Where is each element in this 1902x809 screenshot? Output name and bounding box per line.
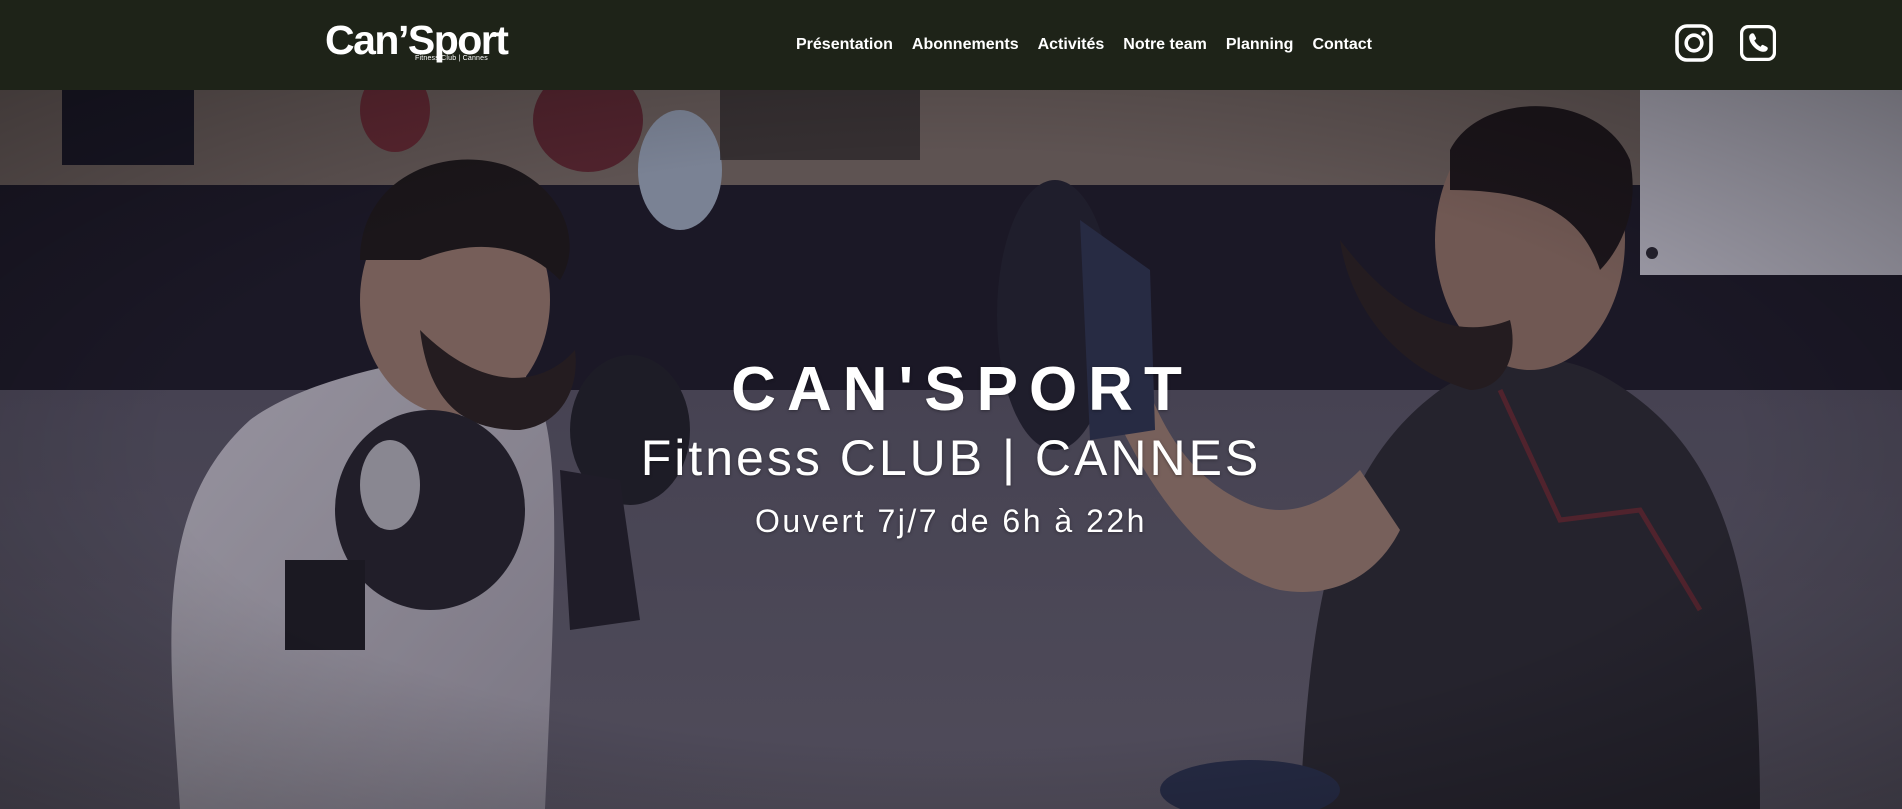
opening-hours: Ouvert 7j/7 de 6h à 22h — [755, 503, 1147, 539]
nav-item-presentation[interactable]: Présentation — [796, 34, 893, 56]
logo-subtext: Fitness Club | Cannes — [415, 55, 488, 62]
hero-subtitle: Fitness CLUB | CANNES — [640, 430, 1262, 486]
instagram-icon[interactable] — [1674, 23, 1714, 63]
site-header: Can’Sport Fitness Club | Cannes Présenta… — [0, 0, 1902, 90]
site-logo[interactable]: Can’Sport Fitness Club | Cannes — [325, 18, 510, 64]
page: Can’Sport Fitness Club | Cannes Présenta… — [0, 0, 1902, 809]
nav-item-notre-team[interactable]: Notre team — [1123, 34, 1207, 56]
nav-item-activites[interactable]: Activités — [1038, 34, 1105, 56]
hero-section: CAN'SPORT Fitness CLUB | CANNES Ouvert 7… — [0, 90, 1902, 809]
nav-item-planning[interactable]: Planning — [1226, 34, 1294, 56]
nav-item-abonnements[interactable]: Abonnements — [912, 34, 1019, 56]
phone-icon[interactable] — [1738, 23, 1778, 63]
main-nav: Présentation Abonnements Activités Notre… — [796, 34, 1372, 56]
hero-title: CAN'SPORT — [731, 355, 1193, 424]
nav-item-contact[interactable]: Contact — [1312, 34, 1372, 56]
